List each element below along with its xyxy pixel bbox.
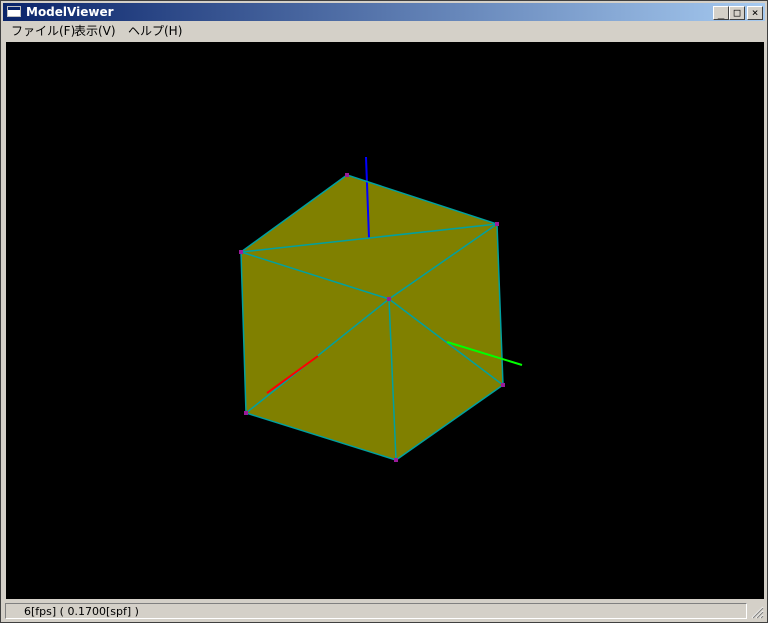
menu-bar: ファイル(F) 表示(V) ヘルプ(H)	[3, 22, 765, 41]
maximize-button[interactable]: □	[729, 6, 745, 20]
app-window-icon[interactable]	[7, 6, 21, 17]
menu-help[interactable]: ヘルプ(H)	[128, 24, 182, 39]
minimize-button[interactable]: _	[713, 6, 729, 20]
menu-file[interactable]: ファイル(F)	[11, 24, 75, 39]
title-bar[interactable]: ModelViewer _ □ ×	[3, 3, 765, 21]
3d-viewport[interactable]	[6, 42, 764, 599]
status-pane: 6[fps] ( 0.1700[spf] )	[5, 603, 747, 619]
menu-view[interactable]: 表示(V)	[74, 24, 116, 39]
window-title: ModelViewer	[26, 5, 114, 19]
model-viewer-window: ModelViewer _ □ × ファイル(F) 表示(V) ヘルプ(H) 6…	[0, 0, 768, 623]
resize-grip-icon[interactable]	[751, 606, 764, 619]
status-bar: 6[fps] ( 0.1700[spf] )	[3, 602, 765, 620]
fps-readout: 6[fps] ( 0.1700[spf] )	[24, 605, 139, 618]
model-render	[239, 156, 523, 462]
close-button[interactable]: ×	[747, 6, 763, 20]
